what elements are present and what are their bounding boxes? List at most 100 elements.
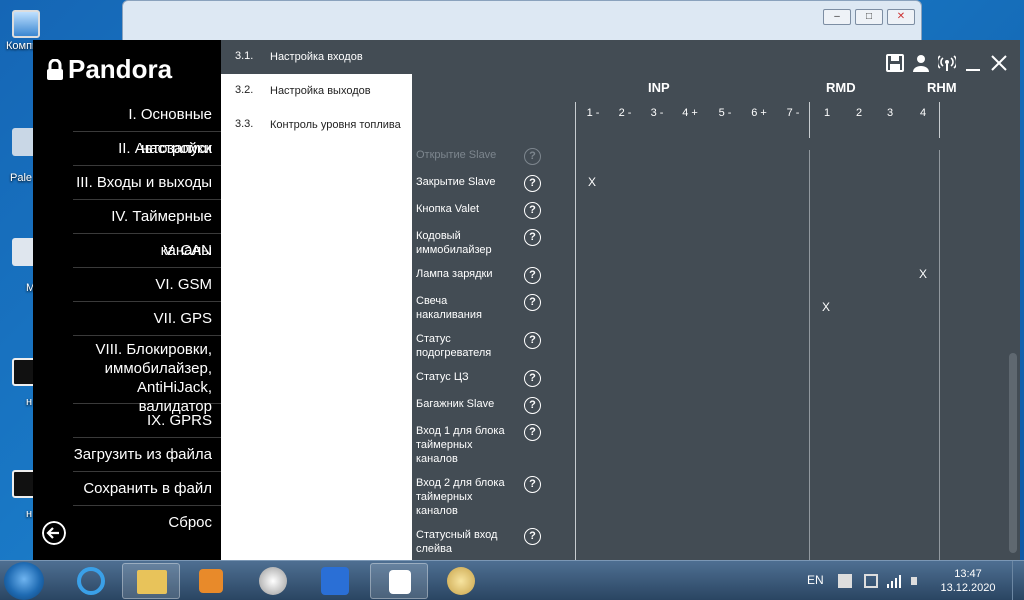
pandora-taskbar-icon[interactable] <box>370 563 428 599</box>
help-icon[interactable]: ? <box>524 229 541 246</box>
column-header-rmd: 3 <box>886 107 894 119</box>
menu-item-timer-channels[interactable]: IV. Таймерные каналы <box>73 200 221 259</box>
ie-icon[interactable] <box>62 563 120 599</box>
menu-item-reset[interactable]: Сброс <box>73 506 221 540</box>
menu-item-gprs[interactable]: IX. GPRS <box>73 404 221 438</box>
input-row-label: Статус подогревателя <box>416 333 492 359</box>
input-row[interactable]: Открытие Slave? <box>416 148 541 165</box>
input-row[interactable]: Вход 1 для блока таймерных каналов? <box>416 424 541 466</box>
divider-line <box>809 150 810 560</box>
menu-item-inputs-outputs[interactable]: III. Входы и выходы <box>73 166 221 200</box>
input-row[interactable]: Статус подогревателя? <box>416 332 541 360</box>
clock-date: 13.12.2020 <box>940 582 996 594</box>
input-row[interactable]: Свеча накаливания? <box>416 294 541 322</box>
help-icon[interactable]: ? <box>524 294 541 311</box>
signal-bars-icon[interactable] <box>887 574 901 588</box>
input-row-label: Лампа зарядки <box>416 268 493 280</box>
input-row-label: Вход 1 для блока таймерных каналов <box>416 425 505 465</box>
column-header-inp: 7 - <box>786 107 800 119</box>
battery-icon[interactable] <box>864 574 878 588</box>
column-header-inp: 2 - <box>618 107 632 119</box>
divider-line <box>575 102 576 560</box>
close-icon[interactable] <box>990 54 1008 72</box>
divider-line <box>939 102 940 138</box>
group-header-rhm: RHM <box>927 80 957 95</box>
divider-line <box>939 150 940 560</box>
logo-text: Pandora <box>68 54 173 84</box>
divider-line <box>809 102 810 138</box>
column-header-inp: 1 - <box>586 107 600 119</box>
input-row-label: Открытие Slave <box>416 149 497 161</box>
show-desktop-button[interactable] <box>1012 561 1024 600</box>
back-arrow-icon[interactable] <box>42 521 66 545</box>
menu-item-basic[interactable]: I. Основные настройки <box>73 98 221 157</box>
minimize-icon[interactable] <box>964 54 982 72</box>
minimize-icon[interactable]: – <box>823 9 851 25</box>
help-icon[interactable]: ? <box>524 202 541 219</box>
volume-icon[interactable] <box>911 574 925 588</box>
user-icon[interactable] <box>912 54 930 72</box>
input-row[interactable]: Багажник Slave? <box>416 397 541 414</box>
clock[interactable]: 13:47 13.12.2020 <box>938 567 998 595</box>
lock-icon <box>47 58 63 80</box>
menu-item-gsm[interactable]: VI. GSM <box>73 268 221 302</box>
group-header-inp: INP <box>648 80 670 95</box>
close-icon[interactable]: ✕ <box>887 9 915 25</box>
input-row-label: Кнопка Valet <box>416 203 480 215</box>
help-icon[interactable]: ? <box>524 332 541 349</box>
assignment-mark[interactable]: X <box>919 267 927 281</box>
main-menu: Pandora I. Основные настройки II. Автоза… <box>33 40 221 560</box>
column-header-rmd: 2 <box>855 107 863 119</box>
menu-item-gps[interactable]: VII. GPS <box>73 302 221 336</box>
input-row[interactable]: Вход 2 для блока таймерных каналов? <box>416 476 541 518</box>
help-icon[interactable]: ? <box>524 267 541 284</box>
input-row[interactable]: Кнопка Valet? <box>416 202 541 219</box>
menu-item-can[interactable]: V. CAN <box>73 234 221 268</box>
maximize-icon[interactable]: □ <box>855 9 883 25</box>
logo: Pandora <box>46 54 172 85</box>
menu-item-save-file[interactable]: Сохранить в файл <box>73 472 221 506</box>
input-row[interactable]: Статус ЦЗ? <box>416 370 541 387</box>
column-header-inp: 6 + <box>751 107 767 119</box>
help-icon[interactable]: ? <box>524 424 541 441</box>
paint-icon[interactable] <box>432 563 490 599</box>
signal-icon[interactable] <box>938 54 956 72</box>
help-icon[interactable]: ? <box>524 476 541 493</box>
window-toolbar <box>886 54 1008 72</box>
help-icon[interactable]: ? <box>524 397 541 414</box>
input-row-label: Статусный вход слейва <box>416 529 498 555</box>
menu-item-load-file[interactable]: Загрузить из файла <box>73 438 221 472</box>
menu-item-immobilizer[interactable]: VIII. Блокировки, иммобилайзер, AntiHiJa… <box>73 336 221 415</box>
scrollbar-thumb[interactable] <box>1009 353 1017 553</box>
input-row-label: Свеча накаливания <box>416 295 482 321</box>
help-icon[interactable]: ? <box>524 528 541 545</box>
help-icon[interactable]: ? <box>524 175 541 192</box>
language-indicator[interactable]: EN <box>807 573 824 587</box>
input-row[interactable]: Статусный вход слейва? <box>416 528 541 556</box>
input-row[interactable]: Лампа зарядки? <box>416 267 541 284</box>
group-header-rmd: RMD <box>826 80 856 95</box>
network-error-icon[interactable] <box>838 574 852 588</box>
pandora-app-window: Pandora I. Основные настройки II. Автоза… <box>33 40 1020 560</box>
maxthon-icon[interactable] <box>306 563 364 599</box>
input-row-label: Закрытие Slave <box>416 176 496 188</box>
taskbar: EN 13:47 13.12.2020 <box>0 560 1024 600</box>
column-header-rmd: 4 <box>919 107 927 119</box>
submenu-panel: 3.1. Настройка входов 3.2. Настройка вых… <box>221 40 412 560</box>
media-player-icon[interactable] <box>182 563 240 599</box>
assignment-mark[interactable]: X <box>588 175 596 189</box>
help-icon[interactable]: ? <box>524 370 541 387</box>
app-ball-icon[interactable] <box>244 563 302 599</box>
input-row-label: Статус ЦЗ <box>416 371 469 383</box>
input-row[interactable]: Закрытие Slave? <box>416 175 541 192</box>
computer-icon <box>12 10 40 38</box>
column-header-inp: 5 - <box>718 107 732 119</box>
save-icon[interactable] <box>886 54 904 72</box>
explorer-icon[interactable] <box>122 563 180 599</box>
assignment-mark[interactable]: X <box>822 300 830 314</box>
menu-item-autostart[interactable]: II. Автозапуск <box>73 132 221 166</box>
input-row[interactable]: Кодовый иммобилайзер? <box>416 229 541 257</box>
help-icon[interactable]: ? <box>524 148 541 165</box>
column-header-rmd: 1 <box>823 107 831 119</box>
start-button[interactable] <box>4 562 44 600</box>
